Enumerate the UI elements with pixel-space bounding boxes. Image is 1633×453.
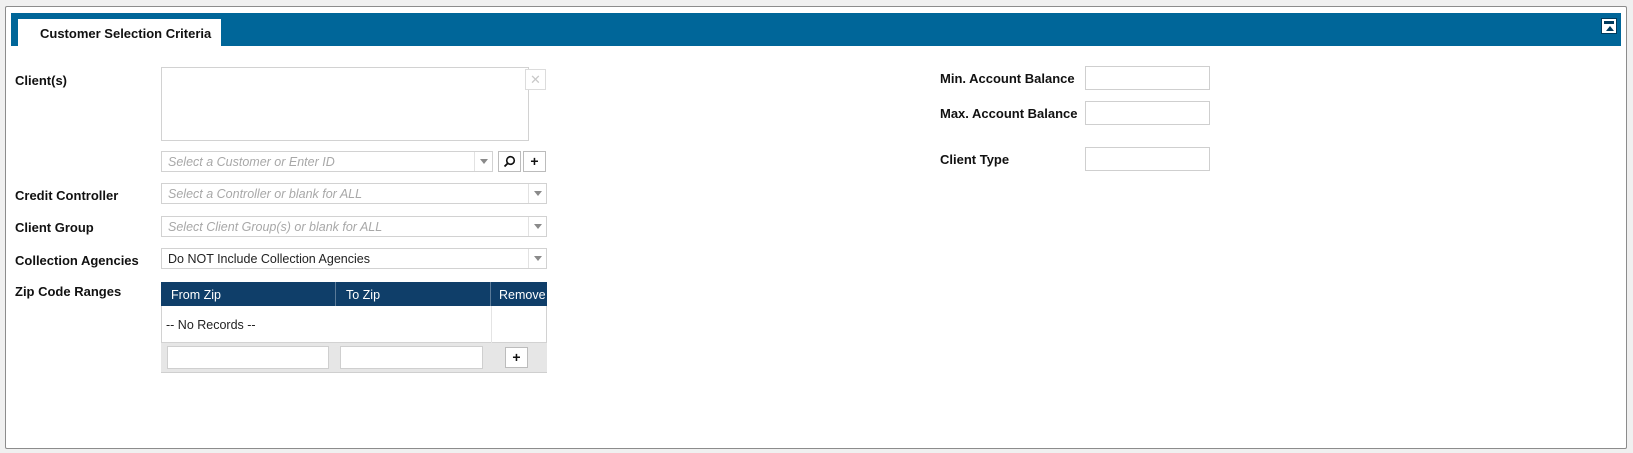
min-account-balance-label: Min. Account Balance xyxy=(940,71,1075,86)
search-customer-button[interactable] xyxy=(498,151,521,172)
zip-grid-footer: + xyxy=(161,343,547,373)
criteria-panel: Customer Selection Criteria Client(s) ✕ … xyxy=(5,6,1627,449)
credit-controller-placeholder: Select a Controller or blank for ALL xyxy=(168,187,363,201)
client-group-select[interactable]: Select Client Group(s) or blank for ALL xyxy=(161,216,547,237)
client-group-label: Client Group xyxy=(15,220,94,235)
panel-header: Customer Selection Criteria xyxy=(11,13,1621,46)
add-customer-button[interactable]: + xyxy=(523,151,546,172)
client-group-placeholder: Select Client Group(s) or blank for ALL xyxy=(168,220,383,234)
tab-customer-selection-criteria[interactable]: Customer Selection Criteria xyxy=(18,19,221,46)
add-zip-range-button[interactable]: + xyxy=(505,347,528,368)
search-icon xyxy=(503,155,516,168)
column-header-from-zip[interactable]: From Zip xyxy=(161,282,336,306)
credit-controller-label: Credit Controller xyxy=(15,188,119,203)
column-header-remove: Remove xyxy=(499,288,546,302)
clients-label: Client(s) xyxy=(15,73,67,88)
credit-controller-select[interactable]: Select a Controller or blank for ALL xyxy=(161,183,547,204)
zip-grid-body: -- No Records -- xyxy=(161,306,547,343)
max-account-balance-input[interactable] xyxy=(1085,101,1210,125)
collapse-panel-icon[interactable] xyxy=(1601,18,1617,34)
chevron-down-icon[interactable] xyxy=(528,184,546,203)
customer-select-placeholder: Select a Customer or Enter ID xyxy=(168,155,335,169)
min-account-balance-input[interactable] xyxy=(1085,66,1210,90)
to-zip-input[interactable] xyxy=(340,346,483,369)
customer-select[interactable]: Select a Customer or Enter ID xyxy=(161,151,493,172)
collection-agencies-value: Do NOT Include Collection Agencies xyxy=(168,252,370,266)
collection-agencies-label: Collection Agencies xyxy=(15,253,139,268)
client-type-input[interactable] xyxy=(1085,147,1210,171)
grid-column-divider xyxy=(491,306,492,343)
empty-grid-message: -- No Records -- xyxy=(166,318,256,332)
clients-list-box[interactable] xyxy=(161,67,529,141)
client-type-label: Client Type xyxy=(940,152,1010,167)
zip-grid-header: From Zip To Zip Remove xyxy=(161,282,547,306)
chevron-down-icon[interactable] xyxy=(528,249,546,268)
close-icon[interactable]: ✕ xyxy=(525,69,546,90)
max-account-balance-label: Max. Account Balance xyxy=(940,106,1078,121)
chevron-down-icon[interactable] xyxy=(474,152,492,171)
zip-code-ranges-label: Zip Code Ranges xyxy=(15,284,122,299)
column-header-to-zip[interactable]: To Zip xyxy=(336,282,491,306)
chevron-down-icon[interactable] xyxy=(528,217,546,236)
from-zip-input[interactable] xyxy=(167,346,329,369)
collection-agencies-select[interactable]: Do NOT Include Collection Agencies xyxy=(161,248,547,269)
